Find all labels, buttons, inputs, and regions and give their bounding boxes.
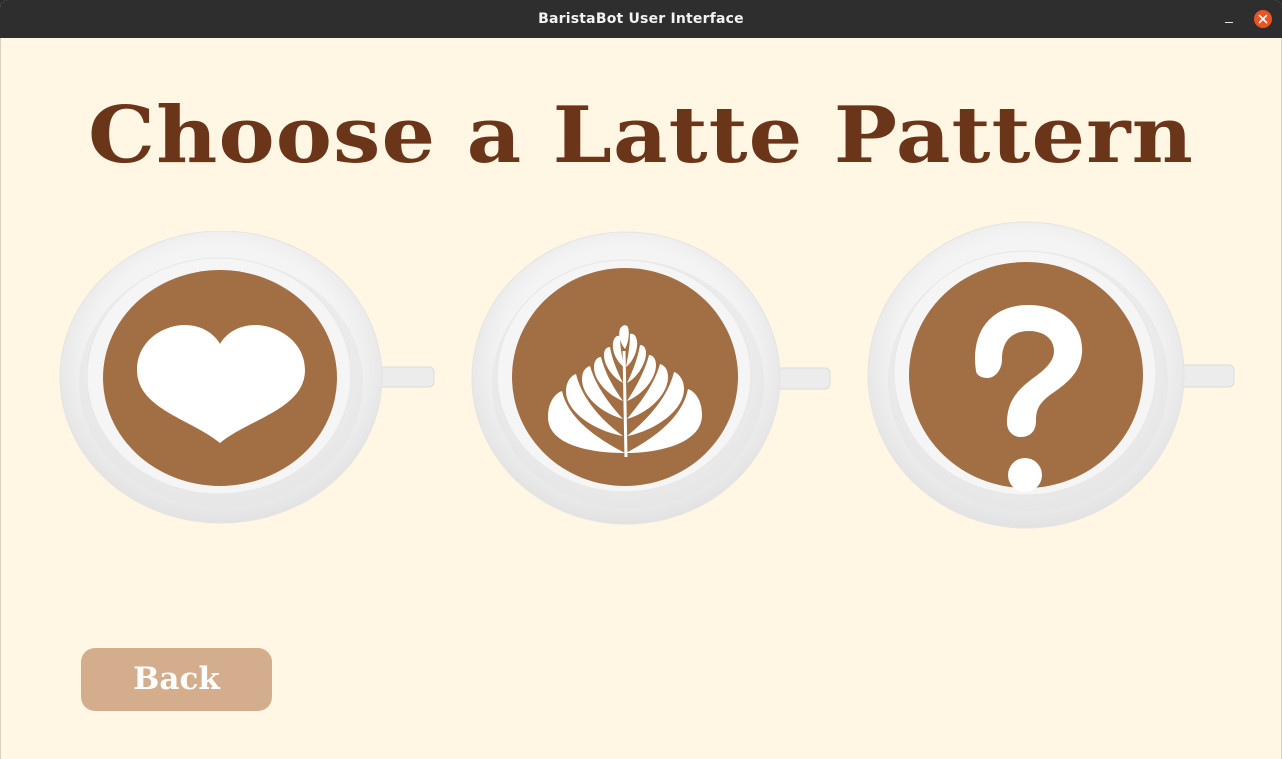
back-button[interactable]: Back <box>81 648 272 711</box>
rosetta-pattern-button[interactable] <box>470 231 840 531</box>
window-title: BaristaBot User Interface <box>538 11 744 27</box>
close-icon <box>1258 14 1268 24</box>
title-bar[interactable]: BaristaBot User Interface <box>0 0 1282 38</box>
minimize-button[interactable] <box>1219 9 1239 29</box>
heart-cup-image <box>59 231 435 524</box>
page-title: Choose a Latte Pattern <box>88 90 1194 181</box>
app-window: BaristaBot User Interface Choose a Latte… <box>0 0 1282 759</box>
main-panel: Choose a Latte Pattern Back <box>0 38 1282 759</box>
heart-pattern-button[interactable] <box>59 231 439 526</box>
rosetta-cup-image <box>471 231 831 525</box>
surprise-cup-image <box>867 221 1235 529</box>
surprise-pattern-button[interactable] <box>866 221 1241 533</box>
close-button[interactable] <box>1254 10 1272 28</box>
